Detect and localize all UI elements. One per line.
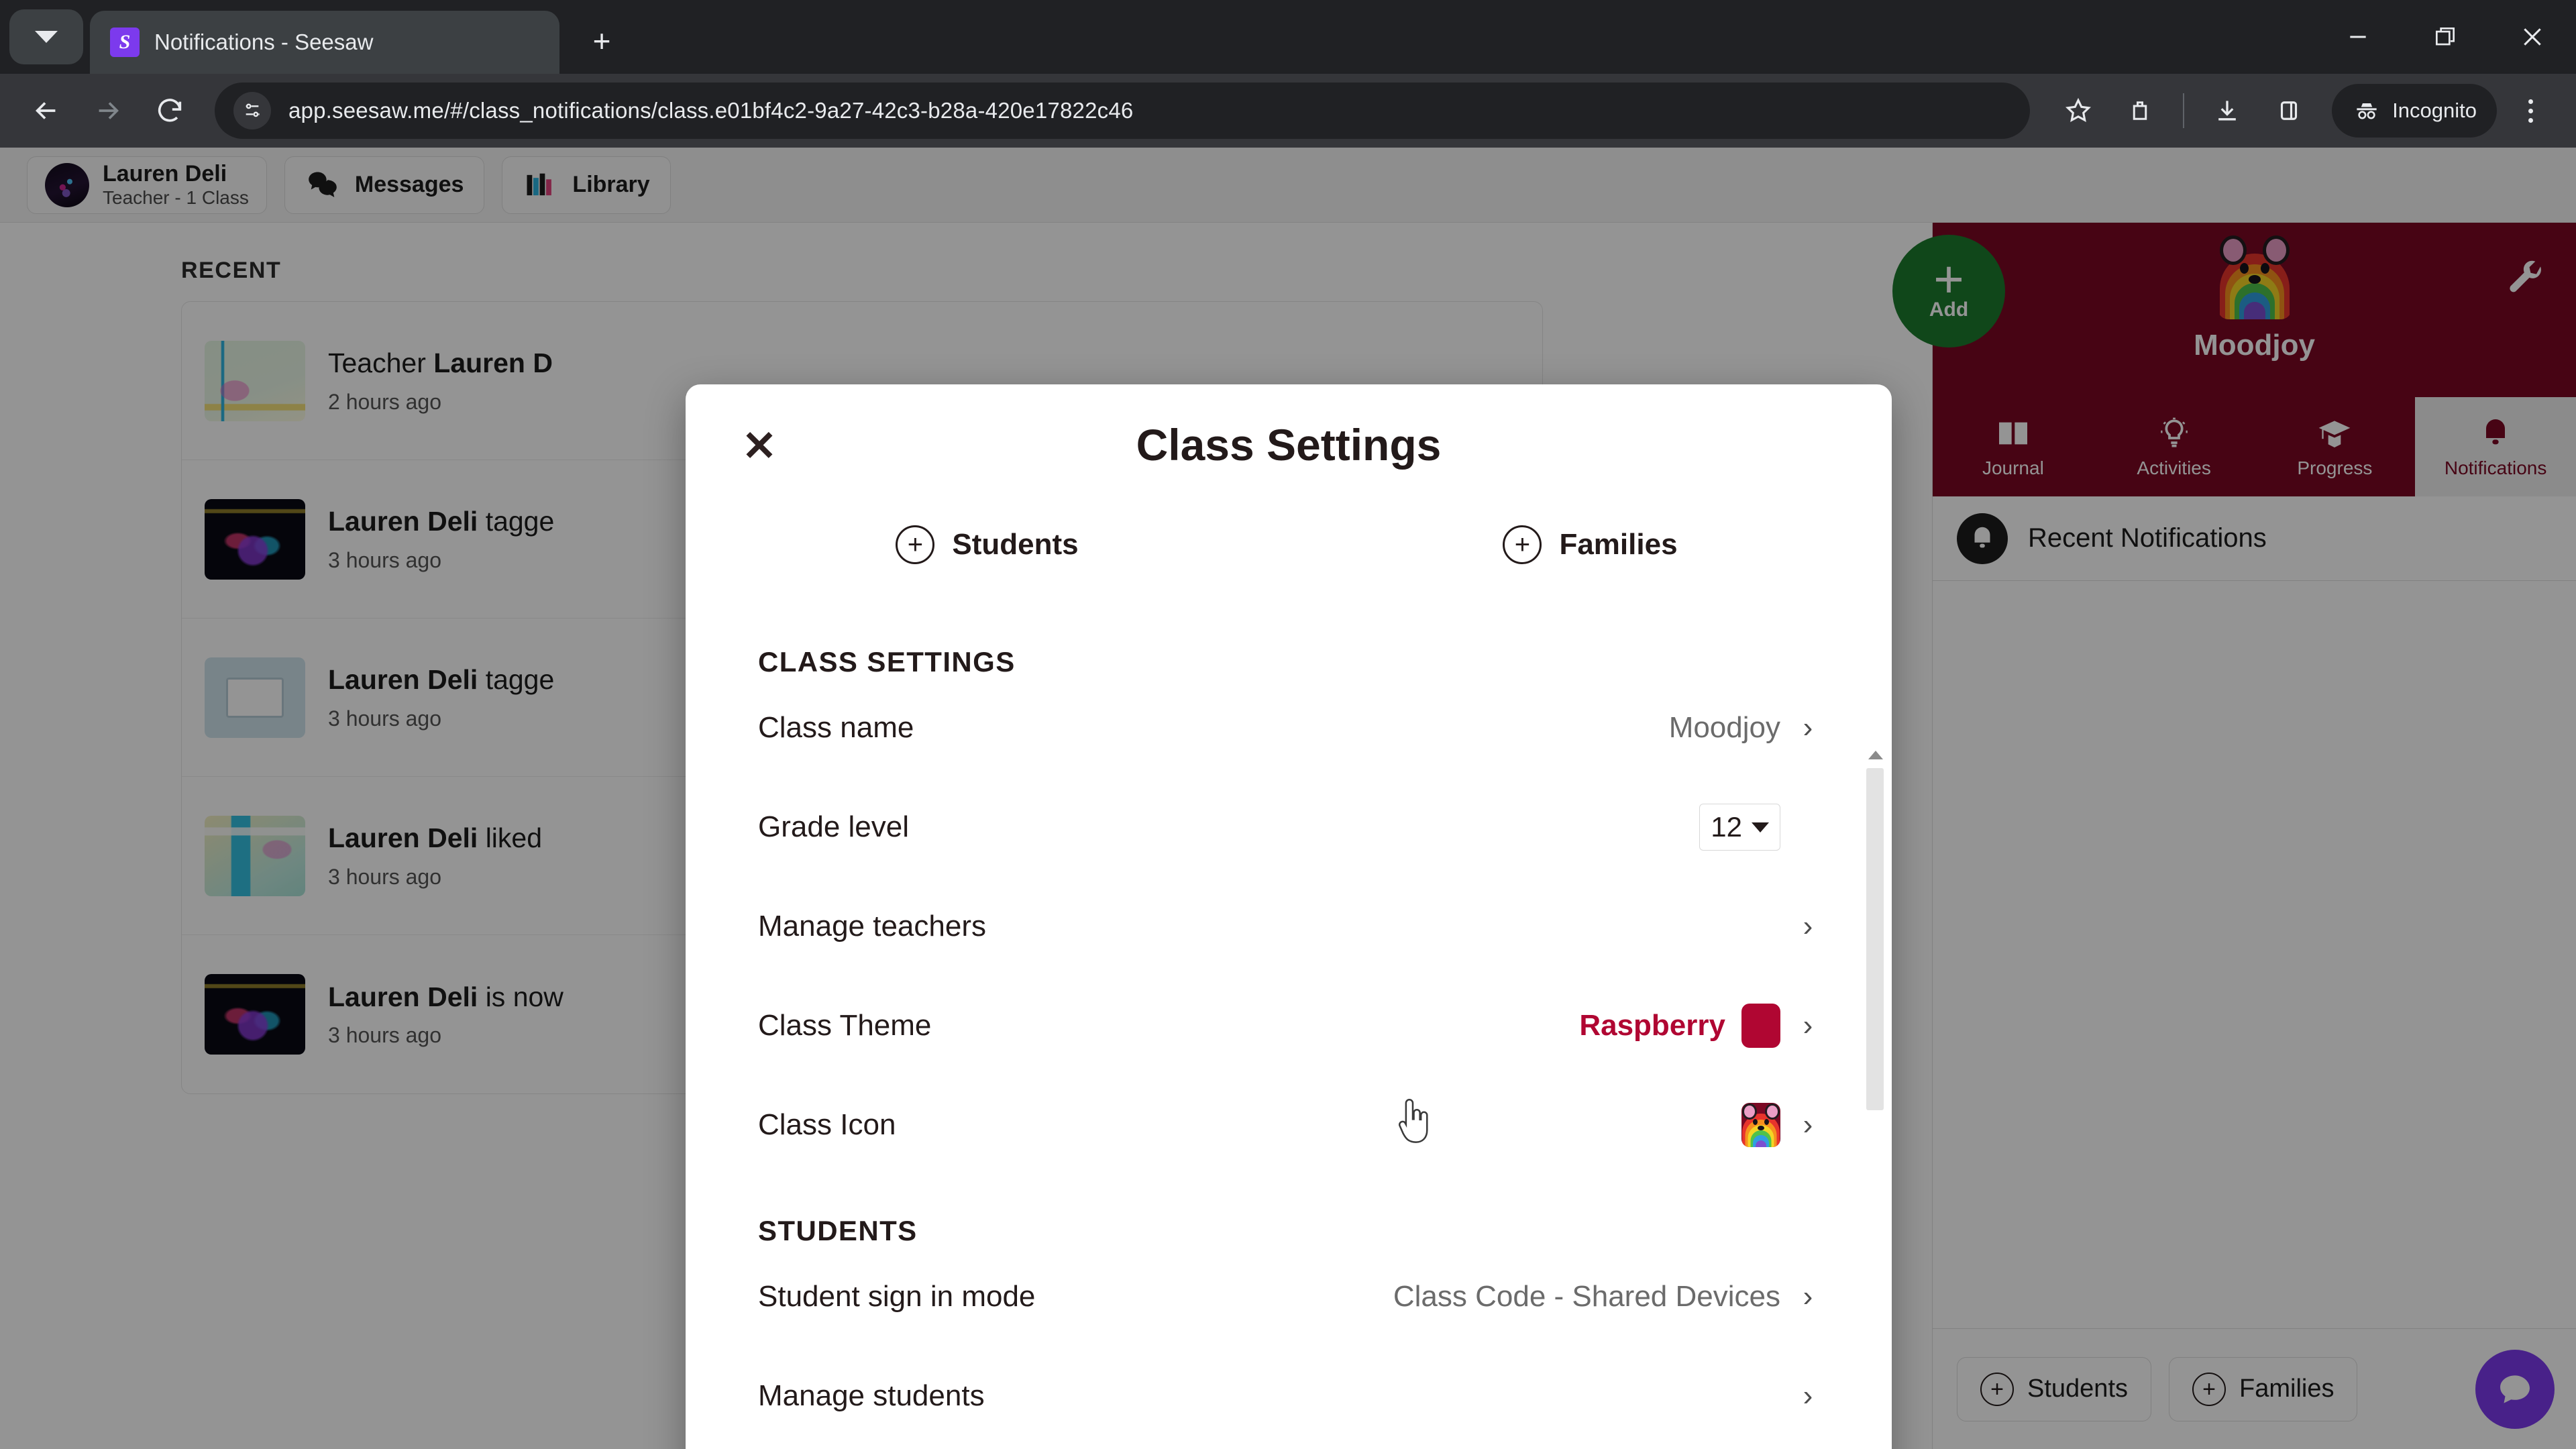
row-grade-level[interactable]: Grade level 12 <box>758 777 1819 877</box>
dialog-add-students-button[interactable]: + Students <box>686 525 1289 564</box>
incognito-label: Incognito <box>2392 99 2477 122</box>
incognito-icon <box>2357 103 2377 119</box>
browser-window: S Notifications - Seesaw + app.seesaw.me… <box>0 0 2576 1449</box>
browser-toolbar: app.seesaw.me/#/class_notifications/clas… <box>0 74 2576 148</box>
tab-strip: S Notifications - Seesaw + <box>0 0 2576 74</box>
row-manage-students-label: Manage students <box>758 1379 985 1412</box>
row-class-icon[interactable]: Class Icon › <box>758 1075 1819 1175</box>
tab-title: Notifications - Seesaw <box>154 30 374 54</box>
section-heading-class-settings: CLASS SETTINGS <box>758 646 1016 678</box>
url-text: app.seesaw.me/#/class_notifications/clas… <box>288 98 1134 123</box>
dialog-header: ✕ Class Settings <box>686 384 1892 525</box>
grade-level-select[interactable]: 12 <box>1699 804 1780 851</box>
plus-circle-icon: + <box>896 525 935 564</box>
browser-tab[interactable]: S Notifications - Seesaw <box>90 11 559 74</box>
tab-search-button[interactable] <box>9 9 83 64</box>
mouse-cursor <box>1392 1098 1434 1153</box>
chevron-down-icon <box>1752 822 1769 833</box>
incognito-indicator[interactable]: Incognito <box>2332 84 2497 138</box>
row-class-name[interactable]: Class name Moodjoy › <box>758 678 1819 777</box>
page-viewport: Lauren Deli Teacher - 1 Class Messages L… <box>0 148 2576 1449</box>
tune-icon[interactable] <box>233 92 271 129</box>
dialog-scroll-content: CLASS SETTINGS Class name Moodjoy › Grad… <box>686 606 1892 1449</box>
chevron-down-icon <box>35 31 58 43</box>
toolbar-divider <box>2183 93 2185 128</box>
back-arrow-icon[interactable] <box>17 82 75 140</box>
row-class-name-label: Class name <box>758 711 914 744</box>
scroll-up-arrow-icon[interactable] <box>1868 751 1883 759</box>
row-student-sign-in-mode[interactable]: Student sign in mode Class Code - Shared… <box>758 1247 1819 1346</box>
dialog-scrollbar[interactable] <box>1864 751 1886 1449</box>
dialog-title: Class Settings <box>1136 420 1442 470</box>
row-manage-students[interactable]: Manage students › <box>758 1346 1819 1446</box>
reload-icon[interactable] <box>141 82 199 140</box>
row-student-sign-in-mode-label: Student sign in mode <box>758 1280 1036 1313</box>
dialog-quick-actions: + Students + Families <box>686 525 1892 564</box>
maximize-button[interactable] <box>2402 0 2489 74</box>
chevron-right-icon: › <box>1803 910 1813 943</box>
window-controls <box>2314 0 2576 74</box>
chevron-right-icon: › <box>1803 1280 1813 1313</box>
dialog-add-students-label: Students <box>952 528 1079 561</box>
star-icon[interactable] <box>2050 83 2106 139</box>
theme-color-swatch <box>1741 1004 1780 1048</box>
section-heading-students: STUDENTS <box>758 1215 918 1246</box>
chevron-right-icon: › <box>1803 1379 1813 1412</box>
chevron-right-icon: › <box>1803 711 1813 744</box>
row-class-theme-label: Class Theme <box>758 1009 932 1042</box>
chevron-right-icon: › <box>1803 1009 1813 1042</box>
row-manage-teachers[interactable]: Manage teachers › <box>758 877 1819 976</box>
dialog-add-families-button[interactable]: + Families <box>1289 525 1892 564</box>
forward-arrow-icon[interactable] <box>79 82 137 140</box>
row-class-theme[interactable]: Class Theme Raspberry › <box>758 976 1819 1075</box>
address-bar[interactable]: app.seesaw.me/#/class_notifications/clas… <box>215 83 2031 139</box>
toolbar-actions: Incognito <box>2050 83 2559 139</box>
class-icon-preview <box>1741 1103 1780 1147</box>
row-class-theme-value: Raspberry <box>1579 1009 1725 1042</box>
row-class-icon-label: Class Icon <box>758 1108 896 1141</box>
row-grade-level-label: Grade level <box>758 810 910 843</box>
extensions-icon[interactable] <box>2112 83 2168 139</box>
side-panel-icon[interactable] <box>2261 83 2317 139</box>
close-window-button[interactable] <box>2489 0 2576 74</box>
row-student-sign-in-mode-value: Class Code - Shared Devices <box>1393 1280 1780 1313</box>
close-dialog-button[interactable]: ✕ <box>742 426 777 468</box>
grade-level-value: 12 <box>1711 811 1742 843</box>
chevron-right-icon: › <box>1803 1108 1813 1141</box>
kebab-menu-icon[interactable] <box>2502 83 2559 139</box>
download-icon[interactable] <box>2199 83 2255 139</box>
row-manage-teachers-label: Manage teachers <box>758 910 986 943</box>
new-tab-button[interactable]: + <box>577 16 627 66</box>
close-tab-button[interactable] <box>510 25 545 60</box>
class-settings-dialog: ✕ Class Settings + Students + Families C… <box>686 384 1892 1449</box>
scrollbar-thumb[interactable] <box>1866 768 1884 1110</box>
dialog-add-families-label: Families <box>1559 528 1678 561</box>
plus-circle-icon: + <box>1503 525 1542 564</box>
minimize-button[interactable] <box>2314 0 2402 74</box>
row-class-name-value: Moodjoy <box>1668 711 1780 744</box>
seesaw-favicon: S <box>110 28 140 57</box>
